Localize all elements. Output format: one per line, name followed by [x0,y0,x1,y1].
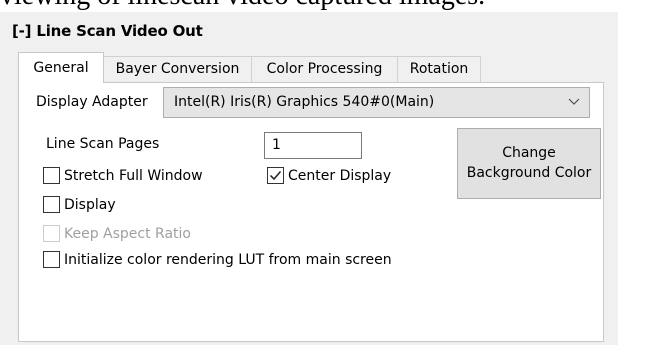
tab-color-processing[interactable]: Color Processing [251,56,398,82]
checkbox-box[interactable] [43,251,60,268]
stretch-full-window-label: Stretch Full Window [64,168,203,184]
checkbox-box[interactable] [43,196,60,213]
general-tab-page: Display Adapter Intel(R) Iris(R) Graphic… [18,82,604,342]
line-scan-video-out-panel: [-] Line Scan Video Out General Bayer Co… [0,12,618,345]
line-scan-pages-label: Line Scan Pages [46,136,160,152]
change-background-color-button[interactable]: Change Background Color [457,128,601,199]
keep-aspect-ratio-label: Keep Aspect Ratio [64,226,191,242]
checkbox-box [43,225,60,242]
panel-title[interactable]: [-] Line Scan Video Out [12,22,203,40]
line-scan-pages-input[interactable]: 1 [264,132,362,159]
tab-rotation[interactable]: Rotation [397,56,481,82]
initialize-lut-label: Initialize color rendering LUT from main… [64,252,392,268]
checkbox-box[interactable] [43,167,60,184]
button-label-line-1: Change [502,145,556,161]
display-label: Display [64,197,116,213]
display-adapter-select[interactable]: Intel(R) Iris(R) Graphics 540#0(Main) [163,87,590,118]
chevron-down-icon [568,98,580,105]
checkmark-icon [269,171,282,181]
display-adapter-label: Display Adapter [36,94,148,110]
display-adapter-value: Intel(R) Iris(R) Graphics 540#0(Main) [174,94,435,110]
tab-bayer-conversion[interactable]: Bayer Conversion [103,56,252,82]
button-label-line-2: Background Color [466,165,592,181]
center-display-label: Center Display [288,168,392,184]
tab-general[interactable]: General [18,52,104,83]
checkbox-box[interactable] [267,167,284,184]
